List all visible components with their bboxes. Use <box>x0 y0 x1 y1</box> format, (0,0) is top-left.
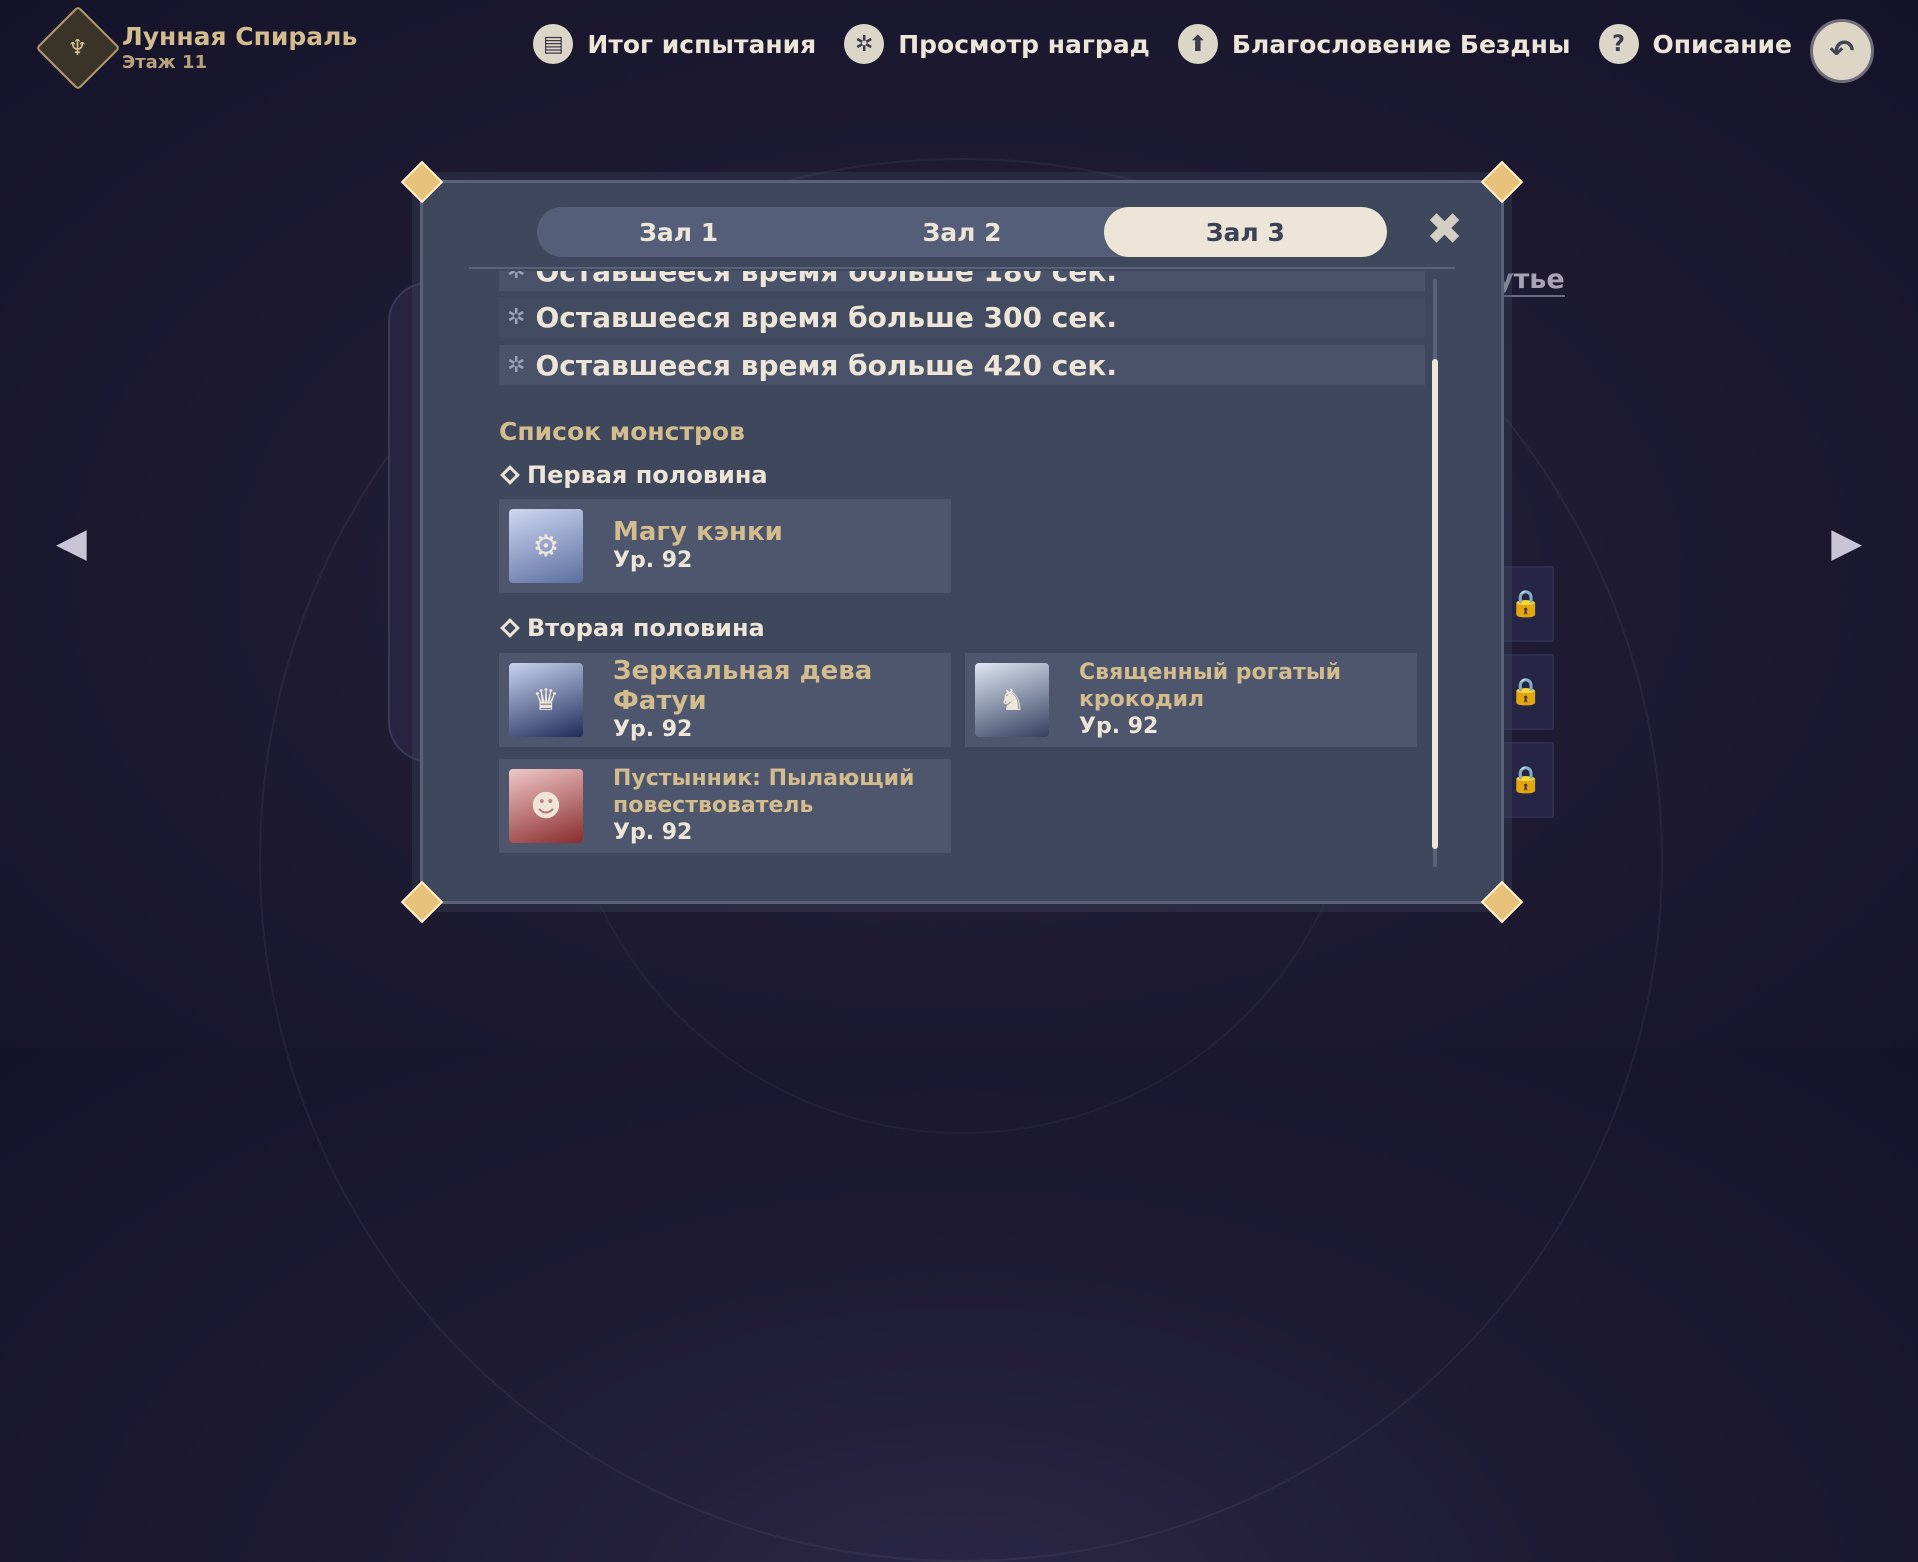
nav-label: Просмотр наград <box>898 29 1150 59</box>
monster-level: Ур. 92 <box>613 717 693 742</box>
close-icon[interactable]: ✖ <box>1426 205 1463 255</box>
monster-card[interactable]: ♛ Зеркальная дева Фатуи Ур. 92 <box>499 653 951 747</box>
tab-chamber-2[interactable]: Зал 2 <box>820 207 1103 257</box>
corner-ornament <box>400 160 444 204</box>
challenge-summary-button[interactable]: ▤ Итог испытания <box>533 24 816 64</box>
nav-label: Описание <box>1652 29 1792 59</box>
nav-label: Итог испытания <box>587 29 817 59</box>
floor-title: Лунная Спираль <box>122 22 358 51</box>
top-nav: ▤ Итог испытания ✲ Просмотр наград ⬆ Бла… <box>533 24 1792 64</box>
chamber-details-modal: Зал 1 Зал 2 Зал 3 ✖ ✲ Оставшееся время б… <box>400 160 1524 924</box>
lock-icon: 🔒 <box>1498 566 1554 642</box>
monster-card[interactable]: ☻ Пустынник: Пылающий повествователь Ур.… <box>499 759 951 853</box>
monster-portrait: ⚙ <box>509 509 583 583</box>
tab-chamber-1[interactable]: Зал 1 <box>537 207 820 257</box>
floor-info: ♆ Лунная Спираль Этаж 11 <box>35 5 358 91</box>
monster-name: Священный рогатый крокодил <box>1079 660 1342 712</box>
monster-name: Зеркальная дева Фатуи <box>613 656 873 716</box>
tab-chamber-3[interactable]: Зал 3 <box>1103 207 1387 257</box>
monster-level: Ур. 92 <box>613 820 693 845</box>
monster-card[interactable]: ⚙ Магу кэнки Ур. 92 <box>499 499 951 593</box>
monster-portrait: ♞ <box>975 663 1049 737</box>
abyss-tree-icon: ♆ <box>35 5 121 91</box>
star-icon: ✲ <box>507 352 526 378</box>
lock-icon: 🔒 <box>1498 654 1554 730</box>
monster-level: Ур. 92 <box>613 548 693 573</box>
prev-arrow-icon[interactable]: ◀ <box>56 520 87 566</box>
modal-content[interactable]: ✲ Оставшееся время больше 180 сек. ✲ Ост… <box>499 271 1429 883</box>
corner-ornament <box>1480 160 1524 204</box>
question-icon: ? <box>1598 24 1639 64</box>
star-badge-icon: ✲ <box>844 24 885 64</box>
next-arrow-icon[interactable]: ▶ <box>1831 520 1862 566</box>
back-button[interactable]: ↶ <box>1810 19 1874 83</box>
book-icon: ▤ <box>533 24 574 64</box>
monster-list-title: Список монстров <box>499 417 745 446</box>
monster-portrait: ♛ <box>509 663 583 737</box>
monster-name: Магу кэнки <box>613 517 783 547</box>
star-icon: ✲ <box>507 304 526 330</box>
monster-name: Пустынник: Пылающий повествователь <box>613 766 915 818</box>
diamond-icon <box>500 618 520 638</box>
star-icon: ✲ <box>507 271 526 284</box>
monster-level: Ур. 92 <box>1079 714 1159 739</box>
up-arrow-icon: ⬆ <box>1177 24 1218 64</box>
condition-row: ✲ Оставшееся время больше 420 сек. <box>499 345 1425 385</box>
monster-card[interactable]: ♞ Священный рогатый крокодил Ур. 92 <box>965 653 1417 747</box>
condition-row: ✲ Оставшееся время больше 180 сек. <box>499 271 1425 291</box>
condition-row: ✲ Оставшееся время больше 300 сек. <box>499 297 1425 337</box>
first-half-title: Первая половина <box>500 461 768 489</box>
floor-subtitle: Этаж 11 <box>122 52 208 73</box>
background-partial-text: утье <box>1496 264 1565 297</box>
chamber-tabs: Зал 1 Зал 2 Зал 3 <box>537 207 1387 257</box>
divider <box>469 267 1455 269</box>
description-button[interactable]: ? Описание <box>1598 24 1792 64</box>
abyss-blessing-button[interactable]: ⬆ Благословение Бездны <box>1177 24 1571 64</box>
monster-portrait: ☻ <box>509 769 583 843</box>
scrollbar-thumb[interactable] <box>1432 359 1438 849</box>
nav-label: Благословение Бездны <box>1231 29 1571 59</box>
lock-icon: 🔒 <box>1498 742 1554 818</box>
diamond-icon <box>500 465 520 485</box>
second-half-title: Вторая половина <box>500 614 765 642</box>
view-rewards-button[interactable]: ✲ Просмотр наград <box>844 24 1150 64</box>
